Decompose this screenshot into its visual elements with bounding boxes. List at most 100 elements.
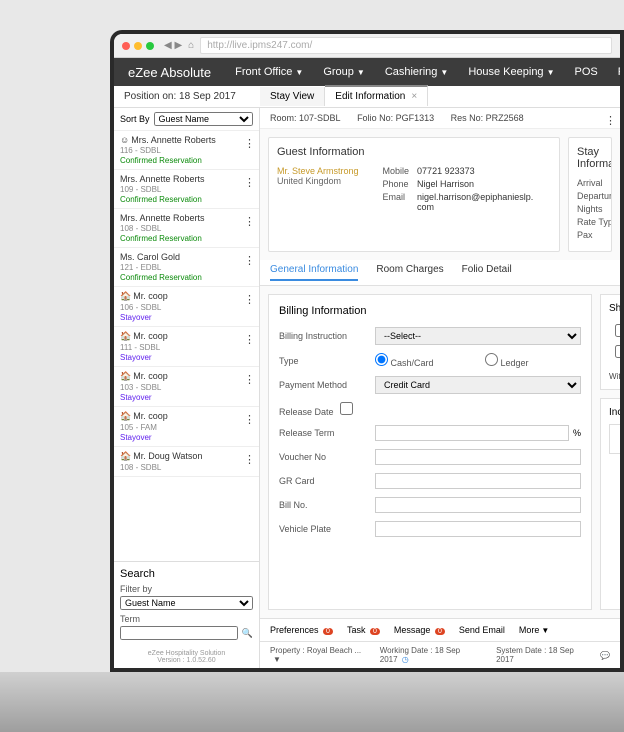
payment-method-select[interactable]: Credit Card — [375, 376, 581, 394]
message-link[interactable]: Message 0 — [394, 625, 445, 635]
sharer-row-checkbox[interactable] — [615, 345, 620, 358]
guest-item-name: Mrs. Annette Roberts — [120, 174, 253, 184]
guest-item-status: Confirmed Reservation — [120, 156, 253, 165]
sort-select[interactable]: Guest Name — [154, 112, 253, 126]
list-item[interactable]: Ms. Carol Gold121 - EDBLConfirmed Reserv… — [114, 248, 259, 287]
guest-item-name: 🏠Mr. coop — [120, 291, 253, 302]
main-area: Room: 107-SDBL Folio No: PGF1313 Res No:… — [260, 108, 620, 668]
working-date: Working Date : 18 Sep 2017 ◷ — [380, 646, 480, 664]
with-selected[interactable]: With Selected 🖨 — [609, 372, 620, 381]
guest-country: United Kingdom — [277, 176, 359, 186]
guest-info-title: Guest Information — [277, 146, 364, 158]
sharer-panel: Sharer Information Name Mr. Steve Armstr… — [600, 294, 620, 390]
nav-reports[interactable]: Reports — [608, 58, 620, 86]
more-icon[interactable]: ⋮ — [605, 114, 616, 127]
person-icon: ☺ — [120, 135, 129, 145]
preferences-link[interactable]: Preferences 0 — [270, 625, 333, 635]
guest-item-status: Stayover — [120, 313, 253, 322]
search-section: Search Filter by Guest Name Term 🔍 — [114, 561, 259, 646]
status-footer: Property : Royal Beach ... ▼ Working Dat… — [260, 641, 620, 668]
nav-pos[interactable]: POS — [564, 58, 607, 86]
more-icon[interactable]: ⋮ — [244, 176, 255, 189]
subtab-general[interactable]: General Information — [270, 264, 358, 281]
guest-info-panel: Guest Information ⋮ Mr. Steve Armstrong … — [268, 137, 560, 252]
breadcrumb: Room: 107-SDBL Folio No: PGF1313 Res No:… — [260, 108, 620, 129]
task-link[interactable]: Task 0 — [347, 625, 380, 635]
person-icon: 🏠 — [120, 291, 131, 301]
bill-no-input[interactable] — [375, 497, 581, 513]
guest-item-status: Stayover — [120, 353, 253, 362]
release-date-checkbox[interactable] — [340, 402, 353, 415]
app-logo: eZee Absolute — [114, 65, 225, 80]
tab-stay-view[interactable]: Stay View — [260, 87, 325, 106]
list-item[interactable]: 🏠Mr. coop111 - SDBLStayover⋮ — [114, 327, 259, 367]
table-row[interactable]: Mr. Steve Armstrong — [611, 343, 620, 362]
chat-icon[interactable]: 💬 — [600, 651, 610, 660]
guest-item-room: 105 - FAM — [120, 423, 253, 432]
guest-item-name: Mrs. Annette Roberts — [120, 213, 253, 223]
nav-group[interactable]: Group▼ — [313, 58, 375, 86]
billing-instruction-select[interactable]: --Select-- — [375, 327, 581, 345]
more-icon[interactable]: ⋮ — [244, 373, 255, 386]
more-icon[interactable]: ⋮ — [244, 333, 255, 346]
chevron-down-icon: ▼ — [541, 626, 549, 635]
nav-back-forward[interactable]: ◀ ▶ — [164, 40, 182, 51]
more-icon[interactable]: ⋮ — [244, 137, 255, 150]
sidebar: Sort By Guest Name ☺Mrs. Annette Roberts… — [114, 108, 260, 668]
gr-card-input[interactable] — [375, 473, 581, 489]
list-item[interactable]: ☺Mrs. Annette Roberts116 - SDBLConfirmed… — [114, 131, 259, 170]
guest-item-name: ☺Mrs. Annette Roberts — [120, 135, 253, 145]
list-item[interactable]: 🏠Mr. coop106 - SDBLStayover⋮ — [114, 287, 259, 327]
window-controls[interactable] — [122, 42, 154, 50]
app-header: eZee Absolute Front Office▼ Group▼ Cashi… — [114, 58, 620, 86]
guest-item-room: 111 - SDBL — [120, 343, 253, 352]
vehicle-plate-input[interactable] — [375, 521, 581, 537]
guest-item-status: Confirmed Reservation — [120, 195, 253, 204]
subtab-room-charges[interactable]: Room Charges — [376, 264, 443, 281]
guest-item-status: Confirmed Reservation — [120, 234, 253, 243]
guest-item-name: Ms. Carol Gold — [120, 252, 253, 262]
guest-item-status: Stayover — [120, 433, 253, 442]
more-icon[interactable]: ⋮ — [244, 215, 255, 228]
nav-cashiering[interactable]: Cashiering▼ — [375, 58, 459, 86]
nav-house-keeping[interactable]: House Keeping▼ — [458, 58, 564, 86]
subtab-folio-detail[interactable]: Folio Detail — [462, 264, 512, 281]
person-icon: 🏠 — [120, 371, 131, 381]
list-item[interactable]: Mrs. Annette Roberts109 - SDBLConfirmed … — [114, 170, 259, 209]
close-icon[interactable]: × — [411, 91, 417, 102]
guest-item-status: Confirmed Reservation — [120, 273, 253, 282]
list-item[interactable]: 🏠Mr. Doug Watson108 - SDBL⋮ — [114, 447, 259, 477]
tab-edit-info[interactable]: Edit Information× — [325, 85, 428, 106]
type-cash-radio[interactable] — [375, 353, 388, 366]
voucher-input[interactable] — [375, 449, 581, 465]
guest-item-room: 103 - SDBL — [120, 383, 253, 392]
sort-label: Sort By — [120, 114, 150, 124]
guest-item-room: 116 - SDBL — [120, 146, 253, 155]
more-icon[interactable]: ⋮ — [244, 413, 255, 426]
home-icon[interactable]: ⌂ — [188, 40, 194, 51]
url-bar[interactable]: http://live.ipms247.com/ — [200, 37, 612, 54]
guest-item-room: 109 - SDBL — [120, 185, 253, 194]
more-menu[interactable]: More▼ — [519, 625, 549, 635]
list-item[interactable]: 🏠Mr. coop105 - FAMStayover⋮ — [114, 407, 259, 447]
release-term-input[interactable] — [375, 425, 569, 441]
property-label[interactable]: Property : Royal Beach ... ▼ — [270, 646, 364, 664]
term-label: Term — [120, 614, 253, 624]
send-email-link[interactable]: Send Email — [459, 625, 505, 635]
search-icon[interactable]: 🔍 — [242, 628, 253, 639]
more-icon[interactable]: ⋮ — [244, 453, 255, 466]
type-ledger-radio[interactable] — [485, 353, 498, 366]
nav-front-office[interactable]: Front Office▼ — [225, 58, 313, 86]
main-nav: Front Office▼ Group▼ Cashiering▼ House K… — [225, 58, 620, 86]
more-icon[interactable]: ⋮ — [244, 293, 255, 306]
list-item[interactable]: 🏠Mr. coop103 - SDBLStayover⋮ — [114, 367, 259, 407]
guest-item-name: 🏠Mr. coop — [120, 371, 253, 382]
guest-item-room: 121 - EDBL — [120, 263, 253, 272]
sharer-select-all[interactable] — [615, 324, 620, 337]
more-icon[interactable]: ⋮ — [244, 254, 255, 267]
filter-select[interactable]: Guest Name — [120, 596, 253, 610]
term-input[interactable] — [120, 626, 238, 640]
filter-label: Filter by — [120, 584, 253, 594]
list-item[interactable]: Mrs. Annette Roberts108 - SDBLConfirmed … — [114, 209, 259, 248]
action-bar: Preferences 0 Task 0 Message 0 Send Emai… — [260, 618, 620, 641]
